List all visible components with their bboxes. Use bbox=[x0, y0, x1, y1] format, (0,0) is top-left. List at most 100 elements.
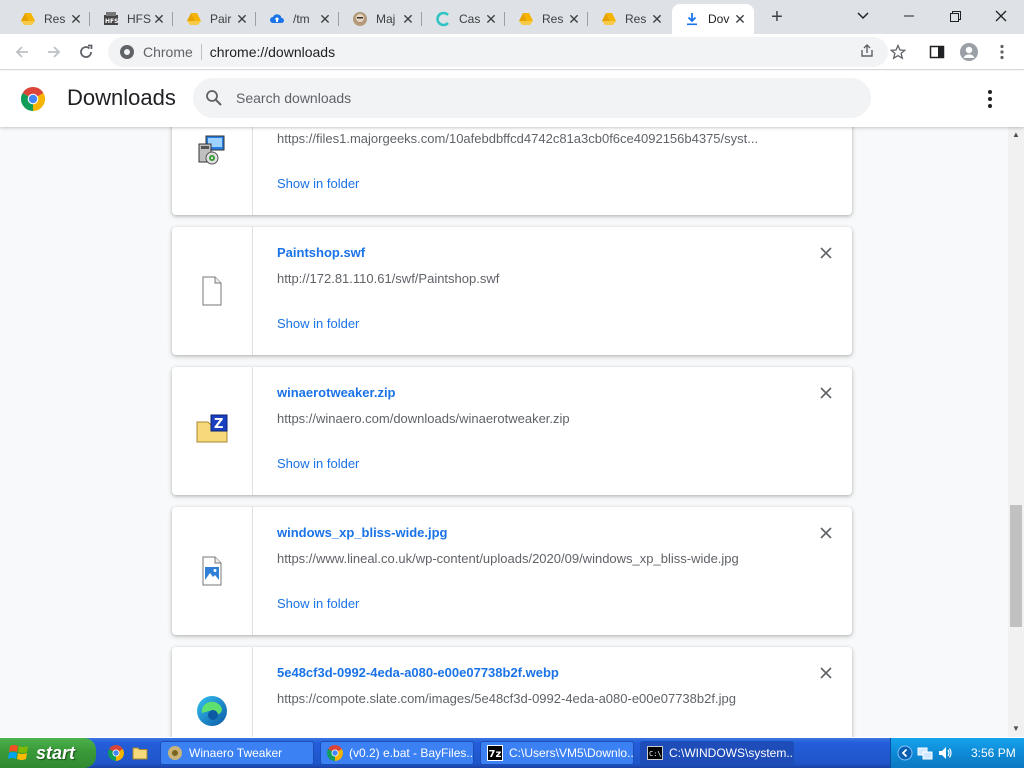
search-input[interactable] bbox=[236, 88, 836, 108]
start-label: start bbox=[36, 742, 76, 763]
file-name[interactable]: Paintshop.swf bbox=[277, 245, 365, 260]
tab-6[interactable]: Res ✕ bbox=[506, 4, 588, 34]
address-bar[interactable]: Chrome chrome://downloads bbox=[108, 37, 888, 67]
restore-button[interactable] bbox=[932, 0, 978, 32]
close-icon[interactable]: ✕ bbox=[151, 11, 167, 27]
taskbar-button-chrome[interactable]: (v0.2) e.bat - BayFiles... bbox=[320, 741, 474, 765]
file-name[interactable]: windows_xp_bliss-wide.jpg bbox=[277, 525, 447, 540]
start-button[interactable]: start bbox=[0, 738, 96, 768]
chrome-site-icon bbox=[120, 45, 134, 59]
kebab-dot bbox=[988, 90, 992, 94]
volume-icon[interactable] bbox=[937, 745, 953, 761]
svg-text:HFS: HFS bbox=[105, 18, 118, 25]
taskbar-button-7zip[interactable]: 7z C:\Users\VM5\Downlo... bbox=[480, 741, 634, 765]
file-url[interactable]: https://compote.slate.com/images/5e48cf3… bbox=[277, 691, 777, 706]
tab-label: /tm bbox=[293, 12, 310, 26]
new-tab-button[interactable]: + bbox=[765, 6, 789, 30]
show-in-folder-link[interactable]: Show in folder bbox=[277, 316, 359, 331]
tab-separator bbox=[587, 12, 588, 26]
tab-7[interactable]: Res ✕ bbox=[589, 4, 671, 34]
download-item: windows_xp_bliss-wide.jpg https://www.li… bbox=[172, 507, 852, 635]
close-icon[interactable]: ✕ bbox=[234, 11, 250, 27]
scroll-down-arrow-icon[interactable]: ▼ bbox=[1008, 721, 1024, 737]
tab-separator bbox=[338, 12, 339, 26]
side-panel-button[interactable] bbox=[923, 38, 951, 66]
network-icon[interactable] bbox=[917, 745, 933, 761]
chrome-quicklaunch-icon[interactable] bbox=[108, 745, 124, 761]
download-item: Z winaerotweaker.zip https://winaero.com… bbox=[172, 367, 852, 495]
tab-4[interactable]: Maj ✕ bbox=[340, 4, 422, 34]
bookmark-button[interactable] bbox=[884, 38, 912, 66]
kebab-dot bbox=[988, 104, 992, 108]
show-in-folder-link[interactable]: Show in folder bbox=[277, 456, 359, 471]
downloads-list: https://files1.majorgeeks.com/10afebdbff… bbox=[0, 127, 1008, 737]
file-url[interactable]: https://winaero.com/downloads/winaerotwe… bbox=[277, 411, 777, 426]
taskbar-button-winaero[interactable]: Winaero Tweaker bbox=[160, 741, 314, 765]
chrome-menu-button[interactable] bbox=[988, 38, 1016, 66]
forward-button[interactable] bbox=[40, 38, 68, 66]
star-icon bbox=[890, 44, 906, 60]
tab-separator bbox=[172, 12, 173, 26]
search-bar[interactable] bbox=[193, 78, 871, 118]
minimize-icon bbox=[904, 15, 914, 17]
tab-label: Maj bbox=[376, 12, 396, 26]
tab-8-active[interactable]: Dov ✕ bbox=[672, 4, 754, 34]
show-in-folder-link[interactable]: Show in folder bbox=[277, 596, 359, 611]
tab-label: Res bbox=[44, 12, 66, 26]
tab-1[interactable]: HFS HFS ✕ bbox=[91, 4, 173, 34]
tab-3[interactable]: /tm ✕ bbox=[257, 4, 339, 34]
remove-button[interactable] bbox=[816, 245, 836, 265]
close-icon[interactable]: ✕ bbox=[483, 11, 499, 27]
close-icon[interactable]: ✕ bbox=[317, 11, 333, 27]
installer-icon bbox=[198, 135, 225, 165]
tab-label: Cas bbox=[459, 12, 481, 26]
icon-column bbox=[172, 127, 253, 215]
close-icon[interactable]: ✕ bbox=[732, 11, 748, 27]
file-name[interactable]: winaerotweaker.zip bbox=[277, 385, 396, 400]
close-icon bbox=[820, 667, 832, 679]
chevron-down-icon bbox=[857, 12, 869, 20]
download-item: 5e48cf3d-0992-4eda-a080-e00e07738b2f.web… bbox=[172, 647, 852, 737]
page-title: Downloads bbox=[67, 85, 176, 110]
side-panel-icon bbox=[929, 45, 945, 59]
tab-separator bbox=[89, 12, 90, 26]
page-scrollbar[interactable]: ▲ ▼ bbox=[1008, 127, 1024, 737]
tab-label: Pair bbox=[210, 12, 232, 26]
profile-button[interactable] bbox=[955, 38, 983, 66]
explorer-quicklaunch-icon[interactable] bbox=[132, 745, 148, 761]
task-label: (v0.2) e.bat - BayFiles... bbox=[349, 746, 474, 760]
zip-icon: Z bbox=[196, 414, 228, 443]
file-url[interactable]: https://www.lineal.co.uk/wp-content/uplo… bbox=[277, 551, 777, 566]
upload-icon bbox=[269, 11, 285, 27]
taskbar-button-cmd[interactable]: C:\ C:\WINDOWS\system... bbox=[640, 741, 794, 765]
tray-expand-icon[interactable] bbox=[897, 745, 913, 761]
remove-button[interactable] bbox=[816, 525, 836, 545]
svg-text:Z: Z bbox=[214, 417, 223, 432]
reload-button[interactable] bbox=[72, 38, 100, 66]
gdrive-icon bbox=[518, 11, 534, 27]
tab-label: HFS bbox=[127, 12, 151, 26]
share-icon[interactable] bbox=[858, 43, 876, 61]
tab-0[interactable]: Res ✕ bbox=[8, 4, 90, 34]
close-icon[interactable]: ✕ bbox=[649, 11, 665, 27]
remove-button[interactable] bbox=[816, 665, 836, 685]
reload-icon bbox=[80, 44, 93, 58]
scroll-up-arrow-icon[interactable]: ▲ bbox=[1008, 127, 1024, 143]
back-button[interactable] bbox=[8, 38, 36, 66]
remove-button[interactable] bbox=[816, 385, 836, 405]
file-url[interactable]: https://files1.majorgeeks.com/10afebdbff… bbox=[277, 131, 777, 146]
file-name[interactable]: 5e48cf3d-0992-4eda-a080-e00e07738b2f.web… bbox=[277, 665, 559, 680]
close-icon[interactable]: ✕ bbox=[400, 11, 416, 27]
close-window-button[interactable] bbox=[978, 0, 1024, 32]
file-icon bbox=[202, 276, 222, 306]
tab-2[interactable]: Pair ✕ bbox=[174, 4, 256, 34]
show-in-folder-link[interactable]: Show in folder bbox=[277, 176, 359, 191]
close-icon[interactable]: ✕ bbox=[566, 11, 582, 27]
minimize-button[interactable] bbox=[886, 0, 932, 32]
close-icon[interactable]: ✕ bbox=[68, 11, 84, 27]
scrollbar-thumb[interactable] bbox=[1010, 505, 1022, 627]
tab-5[interactable]: Cas ✕ bbox=[423, 4, 505, 34]
file-url[interactable]: http://172.81.110.61/swf/Paintshop.swf bbox=[277, 271, 777, 286]
tab-search-button[interactable] bbox=[840, 0, 886, 32]
downloads-menu-button[interactable] bbox=[980, 87, 1000, 111]
